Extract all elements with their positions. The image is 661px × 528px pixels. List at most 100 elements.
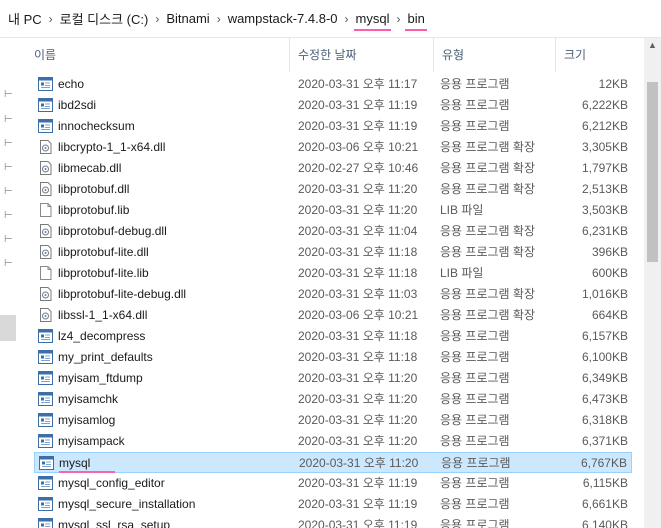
- file-date: 2020-03-31 오후 11:20: [298, 413, 418, 427]
- file-name[interactable]: myisampack: [58, 431, 125, 452]
- file-row[interactable]: mysql_secure_installation 2020-03-31 오후 1…: [34, 494, 632, 515]
- chevron-right-icon[interactable]: ›: [391, 12, 405, 26]
- file-size: 6,115KB: [582, 476, 628, 490]
- pin-icon[interactable]: ⊢: [4, 163, 13, 173]
- file-name[interactable]: ibd2sdi: [58, 95, 96, 116]
- column-header-name[interactable]: 이름: [26, 38, 290, 72]
- file-name[interactable]: lz4_decompress: [58, 326, 145, 347]
- file-row[interactable]: libprotobuf-lite.lib 2020-03-31 오후 11:18 L…: [34, 263, 632, 284]
- scrollbar-thumb[interactable]: [647, 82, 658, 262]
- scroll-up-arrow-icon[interactable]: ▲: [648, 40, 657, 50]
- column-header-size[interactable]: 크기: [556, 38, 632, 72]
- file-name[interactable]: libmecab.dll: [58, 158, 121, 179]
- file-row[interactable]: libprotobuf-lite-debug.dll 2020-03-31 오후 …: [34, 284, 632, 305]
- file-name[interactable]: libprotobuf-debug.dll: [58, 221, 167, 242]
- file-name[interactable]: mysql_config_editor: [58, 473, 165, 494]
- file-row[interactable]: libprotobuf.dll 2020-03-31 오후 11:20 응용 프로그…: [34, 179, 632, 200]
- pin-icon[interactable]: ⊢: [4, 187, 13, 197]
- file-explorer-window: 내 PC › 로컬 디스크 (C:) › Bitnami › wampstack…: [0, 0, 661, 528]
- breadcrumb-item-bitnami[interactable]: Bitnami: [164, 11, 211, 26]
- file-name[interactable]: mysql_secure_installation: [58, 494, 195, 515]
- chevron-right-icon[interactable]: ›: [340, 12, 354, 26]
- breadcrumb-item-local-disk[interactable]: 로컬 디스크 (C:): [58, 9, 151, 28]
- file-date: 2020-03-31 오후 11:18: [298, 266, 418, 280]
- file-row[interactable]: libprotobuf-lite.dll 2020-03-31 오후 11:18 응…: [34, 242, 632, 263]
- file-date: 2020-03-06 오후 10:21: [298, 308, 419, 322]
- file-type: 응용 프로그램: [441, 456, 511, 470]
- pin-icon[interactable]: ⊢: [4, 115, 13, 125]
- file-name[interactable]: libprotobuf.lib: [58, 200, 129, 221]
- column-header-type[interactable]: 유형: [434, 38, 556, 72]
- breadcrumb[interactable]: 내 PC › 로컬 디스크 (C:) › Bitnami › wampstack…: [0, 0, 661, 38]
- file-date: 2020-03-06 오후 10:21: [298, 140, 419, 154]
- file-type: 응용 프로그램 확장: [440, 161, 535, 175]
- file-name[interactable]: echo: [58, 74, 84, 95]
- exe-icon: [38, 434, 53, 448]
- pin-icon[interactable]: ⊢: [4, 90, 13, 100]
- file-row[interactable]: myisampack 2020-03-31 오후 11:20 응용 프로그램 6,37…: [34, 431, 632, 452]
- pin-icon[interactable]: ⊢: [4, 139, 13, 149]
- file-name[interactable]: myisamlog: [58, 410, 115, 431]
- file-row[interactable]: libprotobuf.lib 2020-03-31 오후 11:20 LIB 파일…: [34, 200, 632, 221]
- breadcrumb-item-mysql[interactable]: mysql: [353, 11, 392, 31]
- file-row[interactable]: lz4_decompress 2020-03-31 오후 11:18 응용 프로그램…: [34, 326, 632, 347]
- file-date: 2020-03-31 오후 11:19: [298, 476, 418, 490]
- file-size: 2,513KB: [581, 182, 628, 196]
- file-date: 2020-03-31 오후 11:20: [298, 392, 418, 406]
- breadcrumb-item-bin[interactable]: bin: [405, 11, 428, 31]
- file-type: 응용 프로그램: [440, 329, 510, 343]
- vertical-scrollbar[interactable]: ▲: [644, 38, 661, 528]
- file-size: 6,767KB: [580, 456, 627, 470]
- file-row-selected[interactable]: mysql 2020-03-31 오후 11:20 응용 프로그램 6,767KB: [34, 452, 632, 473]
- file-type: 응용 프로그램: [440, 434, 510, 448]
- file-type: 응용 프로그램 확장: [440, 287, 535, 301]
- file-size: 6,231KB: [581, 224, 628, 238]
- file-date: 2020-03-31 오후 11:19: [298, 518, 418, 528]
- nav-selected-item[interactable]: [0, 315, 16, 341]
- file-row[interactable]: innochecksum 2020-03-31 오후 11:19 응용 프로그램 6,…: [34, 116, 632, 137]
- file-row[interactable]: echo 2020-03-31 오후 11:17 응용 프로그램 12KB: [34, 74, 632, 95]
- pin-icon[interactable]: ⊢: [4, 235, 13, 245]
- file-row[interactable]: libprotobuf-debug.dll 2020-03-31 오후 11:04…: [34, 221, 632, 242]
- pin-icon[interactable]: ⊢: [4, 211, 13, 221]
- file-size: 1,797KB: [581, 161, 628, 175]
- file-name[interactable]: myisamchk: [58, 389, 118, 410]
- file-name[interactable]: libcrypto-1_1-x64.dll: [58, 137, 165, 158]
- file-name[interactable]: libprotobuf-lite-debug.dll: [58, 284, 186, 305]
- pin-icon[interactable]: ⊢: [4, 259, 13, 269]
- file-row[interactable]: libmecab.dll 2020-02-27 오후 10:46 응용 프로그램 확…: [34, 158, 632, 179]
- file-name[interactable]: libssl-1_1-x64.dll: [58, 305, 147, 326]
- file-row[interactable]: my_print_defaults 2020-03-31 오후 11:18 응용 프…: [34, 347, 632, 368]
- breadcrumb-item-wampstack[interactable]: wampstack-7.4.8-0: [226, 11, 340, 26]
- file-type: 응용 프로그램 확장: [440, 245, 535, 259]
- file-row[interactable]: mysql_config_editor 2020-03-31 오후 11:19 응용…: [34, 473, 632, 494]
- chevron-right-icon[interactable]: ›: [44, 12, 58, 26]
- file-row[interactable]: ibd2sdi 2020-03-31 오후 11:19 응용 프로그램 6,222KB: [34, 95, 632, 116]
- file-name[interactable]: my_print_defaults: [58, 347, 153, 368]
- file-type: 응용 프로그램: [440, 476, 510, 490]
- file-row[interactable]: myisamlog 2020-03-31 오후 11:20 응용 프로그램 6,318…: [34, 410, 632, 431]
- file-date: 2020-03-31 오후 11:18: [298, 329, 418, 343]
- file-row[interactable]: myisam_ftdump 2020-03-31 오후 11:20 응용 프로그램 6…: [34, 368, 632, 389]
- file-icon: [38, 203, 53, 217]
- file-row[interactable]: libssl-1_1-x64.dll 2020-03-06 오후 10:21 응용 …: [34, 305, 632, 326]
- file-name[interactable]: libprotobuf-lite.dll: [58, 242, 149, 263]
- file-name[interactable]: innochecksum: [58, 116, 135, 137]
- file-size: 396KB: [591, 245, 628, 259]
- file-name[interactable]: mysql_ssl_rsa_setup: [58, 515, 170, 528]
- file-date: 2020-03-31 오후 11:04: [298, 224, 418, 238]
- chevron-right-icon[interactable]: ›: [212, 12, 226, 26]
- exe-icon: [38, 371, 53, 385]
- file-row[interactable]: myisamchk 2020-03-31 오후 11:20 응용 프로그램 6,473…: [34, 389, 632, 410]
- file-size: 6,212KB: [581, 119, 628, 133]
- navigation-pane: ⊢ ⊢ ⊢ ⊢ ⊢ ⊢ ⊢ ⊢: [0, 38, 18, 528]
- breadcrumb-item-this-pc[interactable]: 내 PC: [6, 9, 44, 28]
- file-name[interactable]: libprotobuf.dll: [58, 179, 129, 200]
- file-name[interactable]: myisam_ftdump: [58, 368, 143, 389]
- file-name[interactable]: libprotobuf-lite.lib: [58, 263, 149, 284]
- column-header-date[interactable]: 수정한 날짜: [290, 38, 434, 72]
- file-row[interactable]: libcrypto-1_1-x64.dll 2020-03-06 오후 10:21…: [34, 137, 632, 158]
- file-type: 응용 프로그램 확장: [440, 140, 535, 154]
- file-row[interactable]: mysql_ssl_rsa_setup 2020-03-31 오후 11:19 응용…: [34, 515, 632, 528]
- chevron-right-icon[interactable]: ›: [150, 12, 164, 26]
